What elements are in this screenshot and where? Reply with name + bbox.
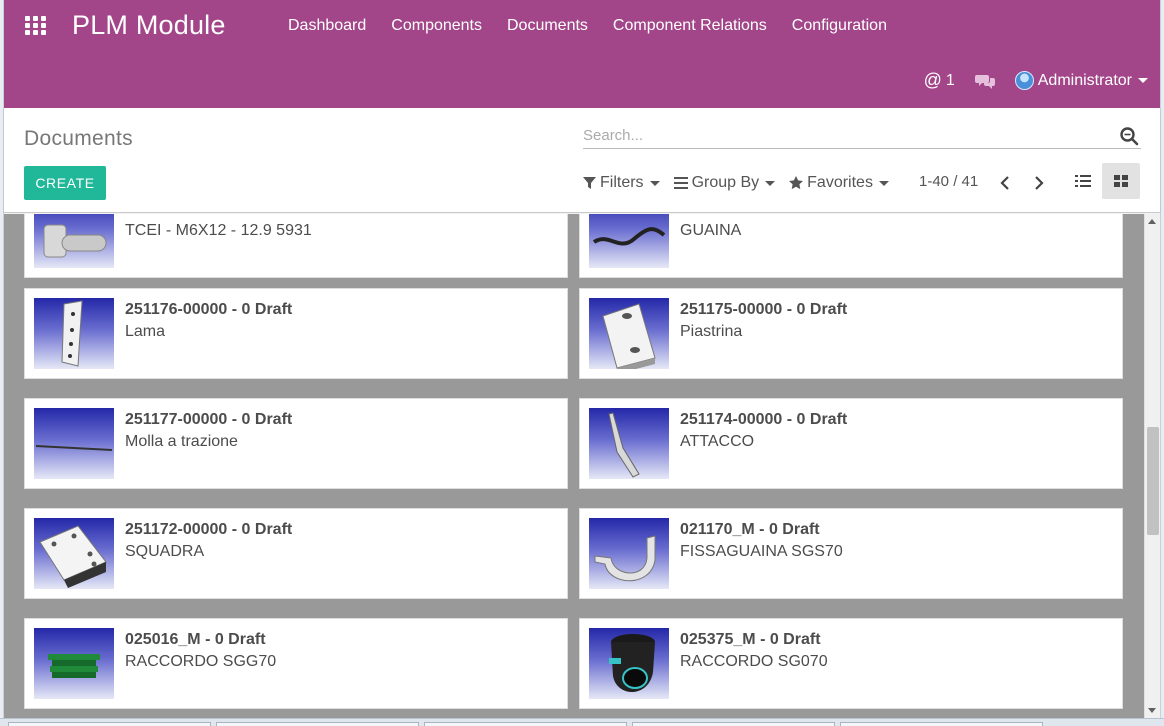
card-description: ATTACCO [680,433,755,450]
menu-item-component-relations[interactable]: Component Relations [613,17,767,35]
vertical-scrollbar[interactable] [1144,214,1160,718]
green-fitting-part-icon [34,628,114,699]
list-icon [1075,175,1091,187]
bracket-part-icon [589,408,669,479]
avatar [1014,71,1034,90]
bolt-part-icon [34,214,114,268]
main-menu: Dashboard Components Documents Component… [288,17,912,35]
cable-sheath-part-icon [589,214,669,268]
kanban-card[interactable]: 251177-00000 - 0 Draft Molla a trazione [24,398,568,489]
kanban-view-button[interactable] [1102,163,1140,199]
window-frame-right [1160,0,1164,718]
kanban-card[interactable]: TCEI - M6X12 - 12.9 5931 [24,214,568,278]
control-panel: Documents CREATE Filters Group By Favori… [4,108,1160,213]
taskbar-tab[interactable] [632,722,835,726]
card-description: GUAINA [680,222,742,239]
filters-dropdown[interactable]: Filters [583,174,660,192]
bars-icon [673,177,688,189]
square-part-icon [34,518,114,589]
menu-item-components[interactable]: Components [391,17,482,35]
create-button[interactable]: CREATE [24,166,106,200]
mentions-button[interactable]: @ 1 [924,70,955,91]
kanban-card[interactable]: 025375_M - 0 Draft RACCORDO SG070 [579,618,1123,709]
chevron-right-icon [1035,176,1044,190]
chevron-down-icon [765,180,776,186]
card-description: SQUADRA [125,543,205,560]
star-icon [789,176,804,190]
kanban-card[interactable]: 025016_M - 0 Draft RACCORDO SGG70 [24,618,568,709]
chevron-down-icon [1138,78,1148,83]
app-brand-title: PLM Module [72,10,226,40]
card-title: 251177-00000 - 0 Draft [125,411,293,428]
user-menu[interactable]: Administrator [1014,71,1148,90]
card-description: Molla a trazione [125,433,238,450]
chevron-down-icon [649,180,660,186]
clamp-part-icon [589,518,669,589]
taskbar-tab[interactable] [424,722,627,726]
chat-button[interactable] [974,73,995,89]
chat-bubbles-icon [974,74,995,89]
taskbar-tab[interactable] [216,722,419,726]
card-title: 025375_M - 0 Draft [680,631,821,648]
card-description: FISSAGUAINA SGS70 [680,543,843,560]
card-title: 251174-00000 - 0 Draft [680,411,848,428]
list-view-button[interactable] [1064,163,1102,199]
favorites-dropdown[interactable]: Favorites [789,174,889,192]
chevron-left-icon [1000,176,1009,190]
menu-item-dashboard[interactable]: Dashboard [288,17,366,35]
favorites-label: Favorites [807,174,873,191]
black-fitting-part-icon [589,628,669,699]
taskbar-tab[interactable] [8,722,211,726]
filters-label: Filters [600,174,644,191]
kanban-card[interactable]: 251175-00000 - 0 Draft Piastrina [579,288,1123,379]
menu-item-configuration[interactable]: Configuration [792,17,887,35]
group-by-label: Group By [691,174,760,191]
card-title: 025016_M - 0 Draft [125,631,266,648]
pager-next-button[interactable] [1028,172,1050,194]
pager-value[interactable]: 1-40 / 41 [919,173,978,190]
kanban-card[interactable]: 021170_M - 0 Draft FISSAGUAINA SGS70 [579,508,1123,599]
card-description: TCEI - M6X12 - 12.9 5931 [125,222,312,239]
card-title: 251175-00000 - 0 Draft [680,301,848,318]
user-name: Administrator [1037,71,1132,89]
menu-item-documents[interactable]: Documents [507,17,588,35]
search-input[interactable] [583,123,1103,147]
card-description: RACCORDO SG070 [680,653,828,670]
breadcrumb: Documents [24,127,133,150]
taskbar [0,718,1164,726]
apps-grid-icon[interactable] [25,16,49,36]
kanban-card[interactable]: 251174-00000 - 0 Draft ATTACCO [579,398,1123,489]
at-sign-icon: @ [923,70,942,90]
group-by-dropdown[interactable]: Group By [673,174,776,192]
card-description: Lama [125,323,166,340]
taskbar-tab[interactable] [840,722,1043,726]
top-navbar: PLM Module Dashboard Components Document… [4,0,1160,108]
kanban-card[interactable]: 251176-00000 - 0 Draft Lama [24,288,568,379]
card-title: 251172-00000 - 0 Draft [125,521,293,538]
systray: @ 1 Administrator [904,70,1148,91]
plate-part-icon [589,298,669,369]
kanban-card[interactable]: GUAINA [579,214,1123,278]
card-description: Piastrina [680,323,743,340]
scroll-up-arrow-icon[interactable] [1148,219,1156,224]
search-bar [583,123,1141,149]
mentions-count: 1 [945,71,955,89]
chevron-down-icon [878,180,889,186]
kanban-view: TCEI - M6X12 - 12.9 5931 GUAINA 251176-0… [4,214,1144,718]
kanban-icon [1114,175,1128,187]
card-title: 021170_M - 0 Draft [680,521,820,538]
search-options: Filters Group By Favorites [583,174,903,192]
scroll-down-arrow-icon[interactable] [1148,708,1156,713]
scrollbar-thumb[interactable] [1147,427,1159,535]
card-description: RACCORDO SGG70 [125,653,277,670]
kanban-card[interactable]: 251172-00000 - 0 Draft SQUADRA [24,508,568,599]
spring-part-icon [34,408,114,479]
search-icon[interactable] [1119,126,1139,146]
filter-icon [583,176,596,189]
card-title: 251176-00000 - 0 Draft [125,301,293,318]
pager-previous-button[interactable] [994,172,1016,194]
blade-part-icon [34,298,114,369]
